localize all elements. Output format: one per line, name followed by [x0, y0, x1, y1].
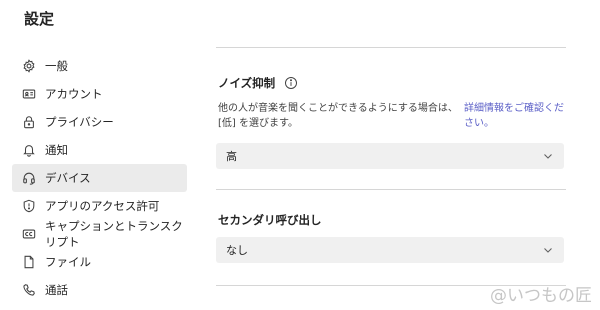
watermark: @いつもの匠: [490, 286, 592, 306]
divider: [216, 47, 566, 48]
sidebar-item-captions[interactable]: キャプションとトランスクリプト: [12, 219, 187, 249]
secondary-ring-heading: セカンダリ呼び出し: [218, 212, 322, 228]
sidebar-item-label: ファイル: [45, 255, 91, 269]
sidebar-item-label: 通話: [45, 283, 68, 297]
noise-suppression-description: 他の人が音楽を聞くことができるようにする場合は、[低] を選びます。: [218, 103, 458, 129]
sidebar-item-notifications[interactable]: 通知: [12, 136, 187, 164]
dropdown-value: なし: [226, 244, 248, 257]
sidebar-item-label: アカウント: [45, 87, 103, 101]
sidebar-item-label: アプリのアクセス許可: [45, 199, 160, 213]
sidebar-item-privacy[interactable]: プライバシー: [12, 108, 187, 136]
page-title: 設定: [24, 10, 55, 28]
sidebar-item-label: キャプションとトランスクリプト: [45, 219, 183, 249]
lock-icon: [22, 115, 36, 129]
phone-icon: [22, 283, 36, 297]
info-icon[interactable]: [284, 76, 298, 90]
sidebar-item-general[interactable]: 一般: [12, 52, 187, 80]
sidebar-item-label: デバイス: [45, 171, 91, 185]
dropdown-value: 高: [226, 150, 237, 163]
sidebar-item-label: 一般: [45, 59, 68, 73]
settings-sidebar: 一般 アカウント プライバシー 通知 デバイス アプリのアクセス許可 キャプショ…: [12, 52, 187, 304]
gear-icon: [22, 59, 36, 73]
learn-more-link[interactable]: 詳細情報をご確認ください。: [464, 101, 568, 131]
cc-icon: [22, 227, 36, 241]
secondary-ring-dropdown[interactable]: なし: [216, 237, 564, 263]
chevron-down-icon: [542, 244, 554, 256]
sidebar-item-account[interactable]: アカウント: [12, 80, 187, 108]
device-settings-panel: ノイズ抑制 他の人が音楽を聞くことができるようにする場合は、[低] を選びます。…: [216, 0, 566, 310]
sidebar-item-devices[interactable]: デバイス: [12, 164, 187, 192]
shield-icon: [22, 199, 36, 213]
headset-icon: [22, 171, 36, 185]
bell-icon: [22, 143, 36, 157]
file-icon: [22, 255, 36, 269]
sidebar-item-label: 通知: [45, 143, 68, 157]
section-title: セカンダリ呼び出し: [218, 213, 322, 227]
sidebar-item-files[interactable]: ファイル: [12, 248, 187, 276]
divider: [216, 189, 566, 190]
chevron-down-icon: [542, 150, 554, 162]
noise-suppression-heading: ノイズ抑制: [218, 75, 298, 91]
sidebar-item-label: プライバシー: [45, 115, 114, 129]
section-title: ノイズ抑制: [218, 76, 276, 90]
id-card-icon: [22, 87, 36, 101]
sidebar-item-calls[interactable]: 通話: [12, 276, 187, 304]
noise-suppression-dropdown[interactable]: 高: [216, 143, 564, 169]
sidebar-item-app-permissions[interactable]: アプリのアクセス許可: [12, 192, 187, 220]
